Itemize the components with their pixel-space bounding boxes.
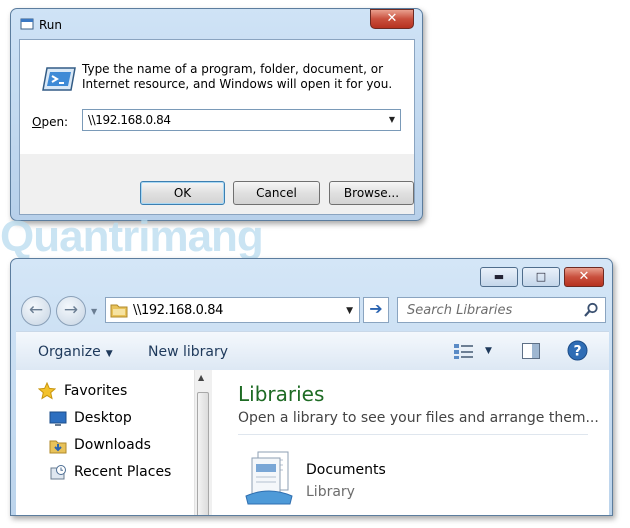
star-icon [38, 382, 56, 400]
organize-label: Organize [38, 344, 101, 360]
recent-pages-chevron-down-icon[interactable]: ▼ [91, 307, 97, 316]
nav-favorites[interactable]: Favorites [64, 383, 127, 399]
run-title: Run [39, 18, 63, 32]
nav-item-recent-places[interactable]: Recent Places [74, 464, 171, 480]
run-content-area: Type the name of a program, folder, docu… [20, 40, 414, 154]
open-combobox[interactable]: \\192.168.0.84 ▼ [82, 109, 401, 131]
search-input[interactable]: Search Libraries [407, 303, 512, 318]
view-chevron-down-icon[interactable]: ▼ [485, 346, 492, 356]
scroll-thumb[interactable] [197, 392, 209, 515]
libraries-title: Libraries [238, 382, 325, 406]
ok-button[interactable]: OK [140, 181, 225, 205]
documents-library-icon[interactable] [244, 450, 294, 506]
preview-pane-icon[interactable] [521, 341, 541, 361]
nav-item-desktop[interactable]: Desktop [74, 410, 132, 426]
new-library-button[interactable]: New library [148, 344, 228, 360]
scroll-up-icon[interactable]: ▲ [198, 373, 204, 382]
run-titlebar[interactable]: Run ✕ [11, 9, 422, 39]
run-client: Type the name of a program, folder, docu… [19, 39, 415, 215]
nav-scrollbar[interactable]: ▲ [194, 370, 212, 515]
run-program-icon [42, 67, 76, 91]
cancel-button[interactable]: Cancel [233, 181, 320, 205]
view-options-icon[interactable] [453, 342, 475, 360]
library-item-name[interactable]: Documents [306, 462, 386, 478]
desktop-icon [49, 411, 67, 426]
navigation-pane: Favorites Desktop Downloads Recent Place… [16, 370, 212, 515]
go-arrow-icon[interactable]: ➔ [363, 297, 389, 323]
library-item-type: Library [306, 484, 355, 500]
address-input[interactable]: \\192.168.0.84 [133, 303, 223, 318]
search-box[interactable]: Search Libraries [397, 297, 606, 323]
minimize-button[interactable]: ▬ [480, 267, 518, 287]
command-bar: Organize ▼ New library ▼ ? [16, 331, 609, 371]
open-label: Open: [32, 115, 68, 129]
help-icon[interactable]: ? [567, 340, 588, 361]
run-close-button[interactable]: ✕ [370, 9, 414, 29]
maximize-button[interactable]: □ [522, 267, 560, 287]
downloads-icon [49, 440, 67, 454]
back-button[interactable]: ← [21, 296, 51, 326]
svg-text:?: ? [573, 344, 581, 360]
explorer-window: ▬ □ ✕ ← → ▼ \\192.168.0.84 ▼ ➔ Search Li… [10, 258, 613, 516]
watermark-logo: Quantrimang [0, 212, 264, 261]
nav-item-downloads[interactable]: Downloads [74, 437, 151, 453]
libraries-subtitle: Open a library to see your files and arr… [238, 410, 599, 426]
content-divider [238, 434, 588, 435]
explorer-panes: Favorites Desktop Downloads Recent Place… [16, 370, 609, 515]
forward-button[interactable]: → [56, 296, 86, 326]
folder-icon [110, 304, 128, 318]
run-description: Type the name of a program, folder, docu… [82, 62, 393, 91]
dropdown-arrow-icon[interactable]: ▼ [389, 115, 395, 124]
open-label-text: pen: [41, 115, 69, 129]
open-input[interactable]: \\192.168.0.84 [88, 113, 171, 127]
run-dialog: Run ✕ Type the name of a program, folder… [10, 8, 423, 221]
organize-button[interactable]: Organize ▼ [38, 344, 113, 360]
search-icon[interactable] [583, 302, 599, 318]
address-bar[interactable]: \\192.168.0.84 ▼ [105, 297, 360, 323]
run-title-icon [20, 18, 34, 30]
address-dropdown-icon[interactable]: ▼ [346, 306, 353, 316]
explorer-close-button[interactable]: ✕ [564, 267, 604, 287]
browse-button[interactable]: Browse... [329, 181, 414, 205]
chevron-down-icon: ▼ [105, 349, 113, 359]
recent-places-icon [50, 465, 66, 480]
